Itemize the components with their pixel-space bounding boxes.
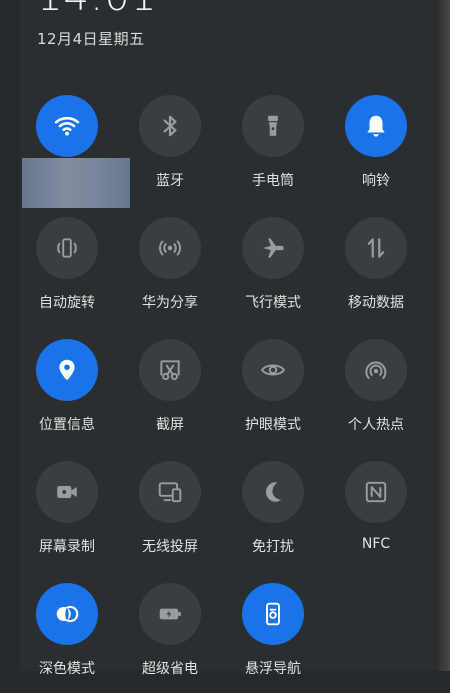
tile-screenshot[interactable]: 截屏 — [119, 339, 221, 449]
flashlight-icon — [268, 115, 278, 136]
tile-label: 截屏 — [156, 417, 184, 433]
scissors-icon — [160, 360, 180, 381]
cast-screen-icon — [158, 482, 182, 503]
tile-screen-record[interactable]: 屏幕录制 — [16, 461, 118, 571]
wireless-projection-toggle[interactable] — [139, 461, 201, 523]
eye-icon — [261, 364, 285, 376]
ring-toggle[interactable] — [345, 95, 407, 157]
tile-label: 个人热点 — [348, 417, 404, 433]
screenshot-toggle[interactable] — [139, 339, 201, 401]
tile-label: 悬浮导航 — [245, 661, 301, 677]
tile-label: 护眼模式 — [245, 417, 301, 433]
location-toggle[interactable] — [36, 339, 98, 401]
battery-icon — [159, 608, 181, 620]
wifi-toggle[interactable] — [36, 95, 98, 157]
do-not-disturb-toggle[interactable] — [242, 461, 304, 523]
wifi-network-name-redacted — [22, 158, 130, 208]
eye-comfort-toggle[interactable] — [242, 339, 304, 401]
tile-hotspot[interactable]: 个人热点 — [325, 339, 427, 449]
nfc-icon — [365, 481, 387, 503]
tile-mobile-data[interactable]: 移动数据 — [325, 217, 427, 327]
tile-label: 深色模式 — [39, 661, 95, 677]
status-date: 12月4日星期五 — [37, 30, 145, 48]
tile-auto-rotate[interactable]: 自动旋转 — [16, 217, 118, 327]
bluetooth-toggle[interactable] — [139, 95, 201, 157]
floating-nav-icon — [266, 602, 280, 626]
airplane-icon — [262, 238, 284, 258]
auto-rotate-toggle[interactable] — [36, 217, 98, 279]
floating-nav-toggle[interactable] — [242, 583, 304, 645]
tile-bluetooth[interactable]: 蓝牙 — [119, 95, 221, 205]
power-saving-toggle[interactable] — [139, 583, 201, 645]
bell-icon — [367, 115, 385, 137]
video-camera-icon — [57, 486, 77, 498]
wifi-icon — [54, 116, 80, 136]
tile-do-not-disturb[interactable]: 免打扰 — [222, 461, 324, 571]
tile-label: 华为分享 — [142, 295, 198, 311]
share-wave-icon — [159, 240, 181, 256]
tile-label: 免打扰 — [252, 539, 294, 555]
airplane-toggle[interactable] — [242, 217, 304, 279]
bluetooth-icon — [163, 115, 177, 137]
tile-nfc[interactable]: NFC — [325, 461, 427, 571]
tile-wireless-projection[interactable]: 无线投屏 — [119, 461, 221, 571]
location-pin-icon — [59, 359, 75, 381]
moon-icon — [265, 482, 282, 502]
panel-edge — [438, 0, 450, 671]
tile-airplane[interactable]: 飞行模式 — [222, 217, 324, 327]
tile-label: 移动数据 — [348, 295, 404, 311]
tile-floating-nav[interactable]: 悬浮导航 — [222, 583, 324, 693]
flashlight-toggle[interactable] — [242, 95, 304, 157]
dark-mode-icon — [56, 605, 79, 623]
tile-ring[interactable]: 响铃 — [325, 95, 427, 205]
rotate-icon — [57, 238, 77, 258]
tile-label: 屏幕录制 — [39, 539, 95, 555]
tile-label: NFC — [361, 536, 391, 552]
tile-power-saving[interactable]: 超级省电 — [119, 583, 221, 693]
huawei-share-toggle[interactable] — [139, 217, 201, 279]
hotspot-icon — [365, 361, 387, 379]
dark-mode-toggle[interactable] — [36, 583, 98, 645]
tile-dark-mode[interactable]: 深色模式 — [16, 583, 118, 693]
screen-record-toggle[interactable] — [36, 461, 98, 523]
tile-label: 响铃 — [362, 173, 390, 189]
tile-label: 无线投屏 — [142, 539, 198, 555]
tile-label: 飞行模式 — [245, 295, 301, 311]
tile-huawei-share[interactable]: 华为分享 — [119, 217, 221, 327]
tile-flashlight[interactable]: 手电筒 — [222, 95, 324, 205]
tile-label: 超级省电 — [142, 661, 198, 677]
tile-location[interactable]: 位置信息 — [16, 339, 118, 449]
tile-eye-comfort[interactable]: 护眼模式 — [222, 339, 324, 449]
data-arrows-icon — [367, 238, 385, 258]
status-time: 14:01 — [37, 0, 157, 20]
mobile-data-toggle[interactable] — [345, 217, 407, 279]
tile-label: 位置信息 — [39, 417, 95, 433]
nfc-toggle[interactable] — [345, 461, 407, 523]
tile-label: 蓝牙 — [156, 173, 184, 189]
tile-label: 自动旋转 — [39, 295, 95, 311]
hotspot-toggle[interactable] — [345, 339, 407, 401]
tile-label: 手电筒 — [252, 173, 294, 189]
